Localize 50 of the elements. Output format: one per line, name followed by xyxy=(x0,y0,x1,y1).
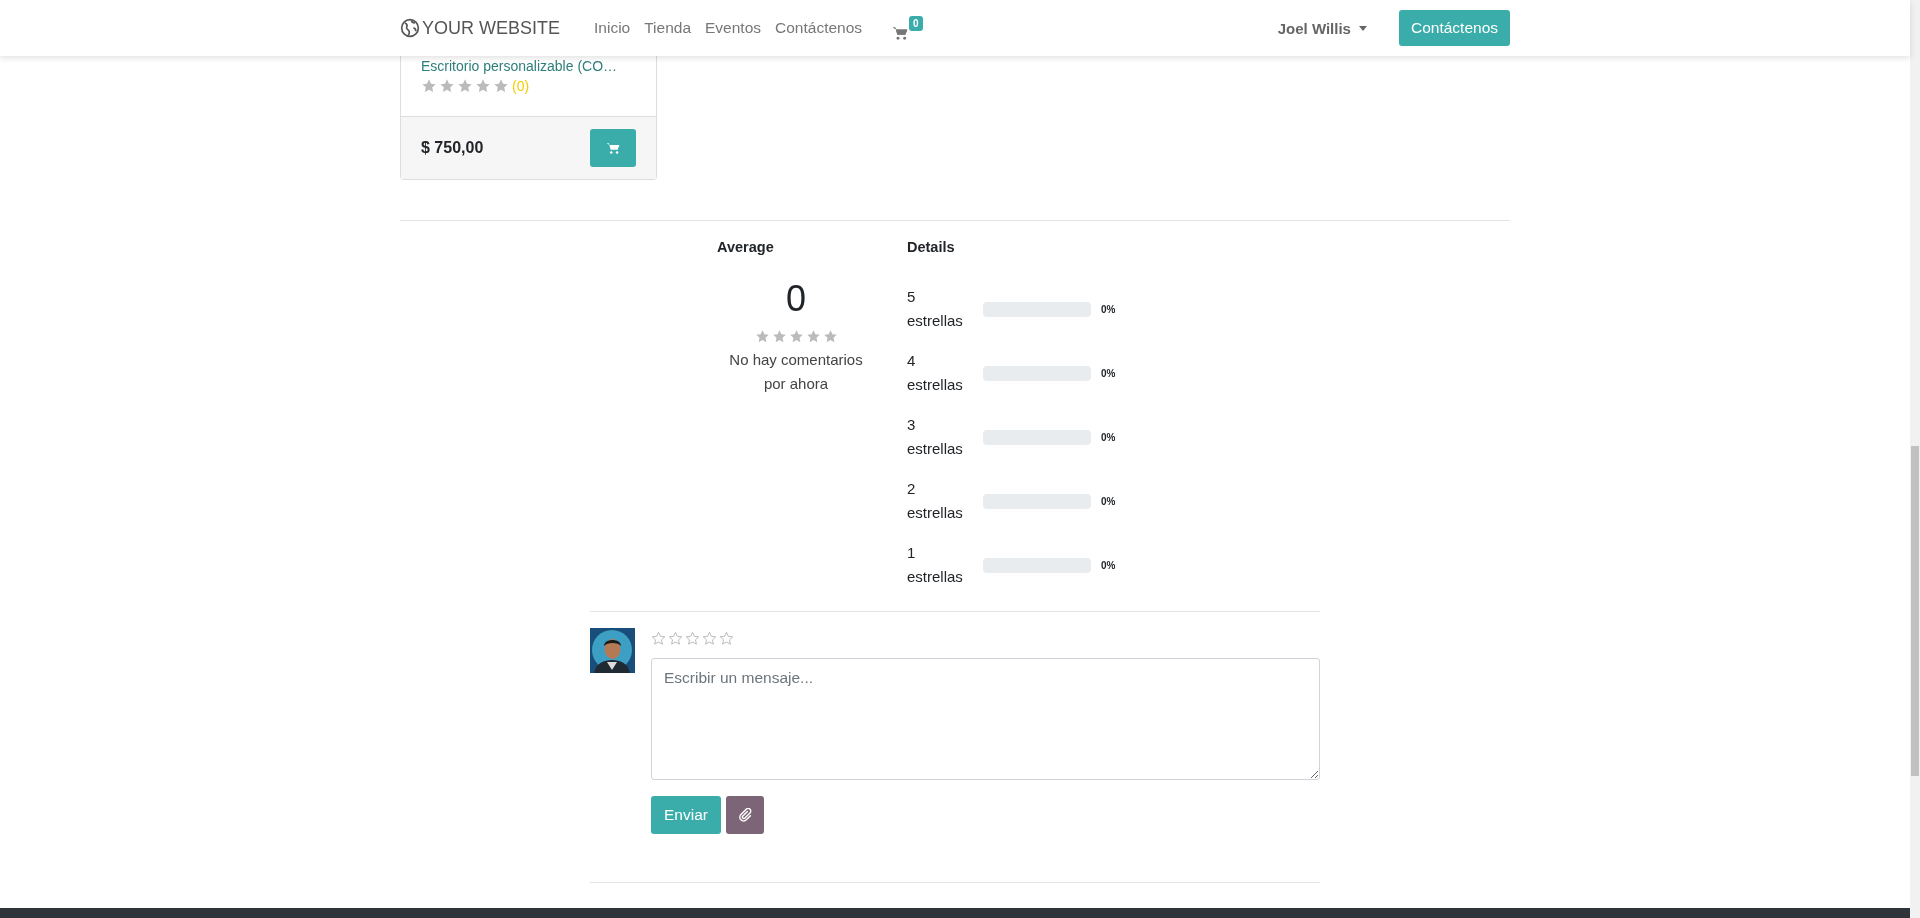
caret-icon xyxy=(1358,25,1367,31)
rating-percent: 0% xyxy=(1101,303,1116,315)
star-icon xyxy=(822,329,838,344)
star-level-label: 4 estrellas xyxy=(907,351,964,395)
star-icon[interactable] xyxy=(702,631,717,646)
star-icon xyxy=(771,329,787,344)
rating-percent: 0% xyxy=(1101,431,1116,443)
star-level-label: 5 estrellas xyxy=(907,287,964,331)
review-count: (0) xyxy=(512,78,530,94)
star-level-label: 3 estrellas xyxy=(907,415,964,459)
star-icon xyxy=(805,329,821,344)
product-price: $ 750,00 xyxy=(421,139,484,157)
star-icon xyxy=(457,78,473,94)
rating-percent: 0% xyxy=(1101,559,1116,571)
cart-icon xyxy=(606,141,620,155)
globe-icon xyxy=(400,18,420,38)
product-title[interactable]: Escritorio personalizable (CO… xyxy=(421,58,636,74)
star-icon xyxy=(439,78,455,94)
star-icon xyxy=(788,329,804,344)
nav-link[interactable]: Inicio xyxy=(594,13,631,43)
user-menu[interactable]: Joel Willis xyxy=(1277,19,1367,37)
star-icon[interactable] xyxy=(719,631,734,646)
nav-link[interactable]: Eventos xyxy=(705,13,762,43)
star-icon xyxy=(421,78,437,94)
cart-count-badge: 0 xyxy=(909,15,923,31)
star-icon[interactable] xyxy=(651,631,666,646)
average-heading: Average xyxy=(717,239,774,255)
star-level-label: 1 estrellas xyxy=(907,543,964,587)
star-level-label: 2 estrellas xyxy=(907,479,964,523)
rating-percent: 0% xyxy=(1101,495,1116,507)
star-icon xyxy=(475,78,491,94)
star-icon xyxy=(493,78,509,94)
cart-icon xyxy=(892,25,909,41)
nav-link[interactable]: Tienda xyxy=(644,13,692,43)
add-to-cart-button[interactable] xyxy=(590,129,636,167)
no-reviews-text: No hay comentarios por ahora xyxy=(728,350,864,394)
star-icon xyxy=(754,329,770,344)
average-rating: 0 xyxy=(786,277,806,321)
nav-link[interactable]: Contáctenos xyxy=(775,13,863,43)
attach-button[interactable] xyxy=(725,796,764,834)
cart-link[interactable]: 0 xyxy=(890,15,925,41)
details-heading: Details xyxy=(907,239,956,255)
website-logo[interactable]: YOUR WEBSITE xyxy=(400,17,560,39)
rating-percent: 0% xyxy=(1101,367,1116,379)
star-icon[interactable] xyxy=(668,631,683,646)
contact-button[interactable]: Contáctenos xyxy=(1398,10,1510,46)
send-button[interactable]: Enviar xyxy=(651,796,721,834)
message-field[interactable]: Escribir un mensaje... xyxy=(651,658,1320,780)
paperclip-icon xyxy=(737,808,752,822)
star-icon[interactable] xyxy=(685,631,700,646)
